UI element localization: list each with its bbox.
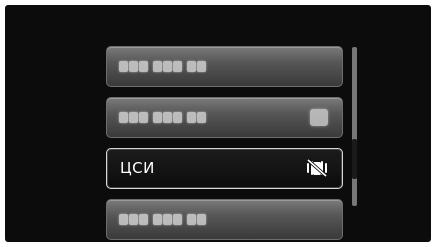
scrollbar[interactable] — [352, 47, 357, 206]
blurred-label — [119, 61, 206, 72]
menu-item-4[interactable] — [106, 199, 343, 240]
blurred-label — [119, 112, 206, 123]
blurred-label — [119, 214, 206, 225]
image-stabilizer-off-icon — [304, 157, 330, 179]
blurred-value — [310, 109, 328, 126]
menu-item-label: ЦСИ — [120, 159, 155, 177]
menu-item-image-stabilizer[interactable]: ЦСИ — [106, 148, 343, 189]
camera-menu-screen: ЦСИ — [5, 5, 431, 242]
scroll-thumb[interactable] — [352, 139, 357, 179]
menu-item-2[interactable] — [106, 97, 343, 138]
menu-item-1[interactable] — [106, 46, 343, 87]
